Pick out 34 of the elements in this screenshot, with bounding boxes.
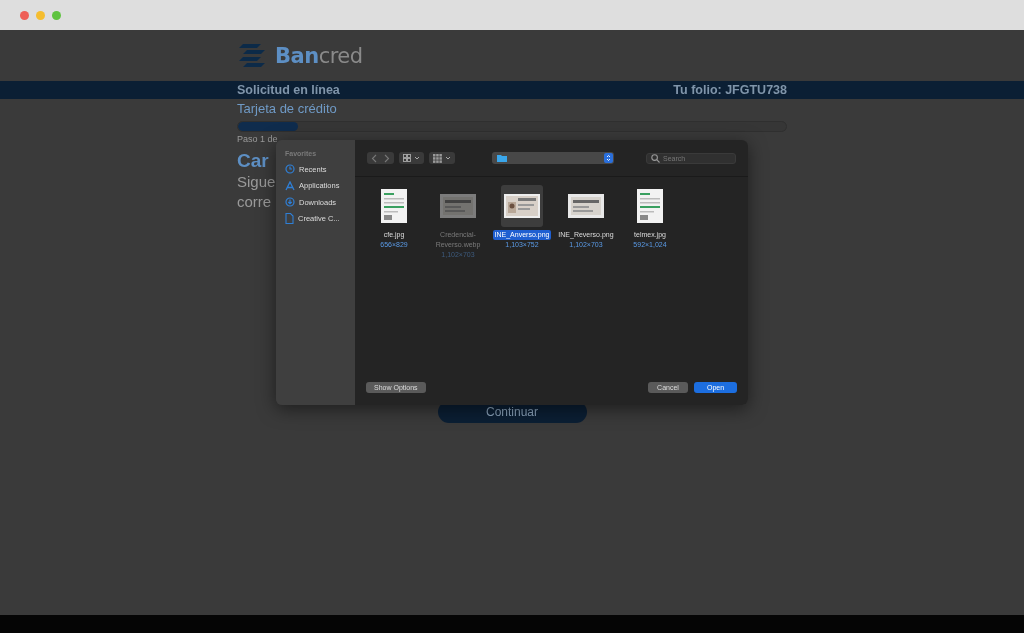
view-mode-button[interactable] — [399, 152, 424, 164]
logo-icon — [237, 43, 267, 68]
step-label: Paso 1 de — [237, 134, 278, 144]
search-icon — [651, 153, 660, 163]
location-dropdown[interactable] — [492, 152, 614, 164]
card-thumbnail — [440, 194, 476, 218]
product-title: Tarjeta de crédito — [237, 101, 337, 116]
chevron-icon — [414, 156, 420, 160]
group-button[interactable] — [429, 152, 455, 164]
window-control-dot[interactable] — [36, 10, 45, 20]
window-control-dot[interactable] — [20, 10, 29, 20]
stepper-icon — [604, 153, 613, 163]
instruction-text: corre — [237, 192, 272, 212]
folio-text: Tu folio: JFGTU738 — [673, 83, 787, 97]
window-control-dot[interactable] — [52, 10, 61, 20]
clock-icon — [285, 164, 295, 175]
apps-icon — [285, 180, 295, 191]
forward-icon — [384, 153, 391, 163]
document-thumbnail — [381, 189, 407, 223]
instruction-text: Sigue — [237, 172, 276, 192]
navigation-buttons[interactable] — [367, 152, 394, 164]
grid-icon — [433, 153, 442, 163]
page-title: Solicitud en línea — [237, 83, 340, 97]
grid-icon — [403, 154, 411, 162]
brand-logo-text: Bancred — [275, 43, 363, 68]
chevron-icon — [445, 156, 451, 160]
card-thumbnail — [568, 194, 604, 218]
back-icon — [370, 153, 377, 163]
folder-icon — [497, 154, 507, 162]
card-thumbnail — [504, 194, 540, 218]
download-icon — [285, 197, 295, 208]
document-icon — [285, 213, 294, 225]
document-thumbnail — [637, 189, 663, 223]
heading: Car — [237, 150, 269, 172]
